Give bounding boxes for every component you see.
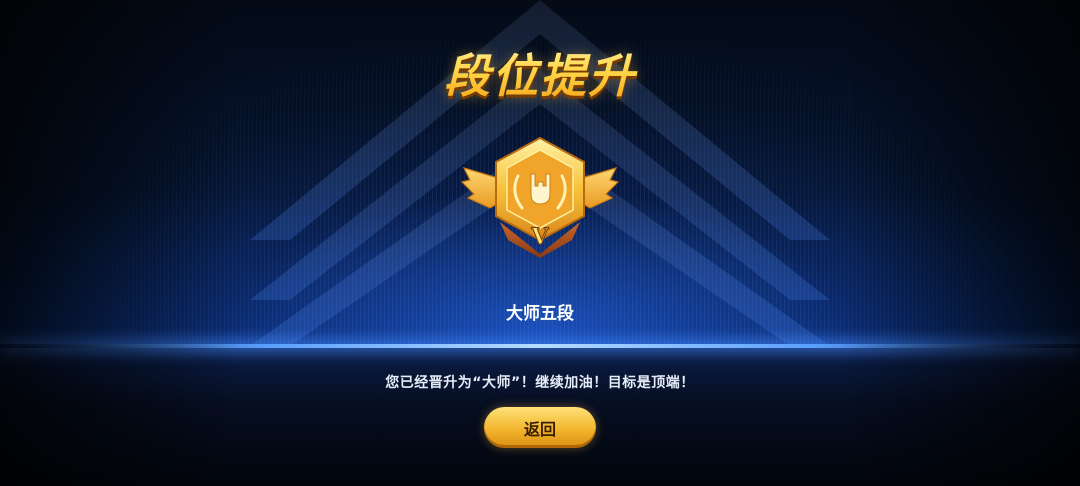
rank-badge-icon: V [460, 136, 620, 258]
right-wing [579, 167, 620, 209]
back-button[interactable]: 返回 [484, 407, 596, 448]
rank-up-screen: 段位提升 V 大师五段 您已经晋升为“大师”！继续加油！目标是顶端！ 返回 [0, 0, 1080, 486]
badge-numeral: V [530, 224, 549, 250]
rank-name: 大师五段 [506, 304, 574, 324]
left-wing [460, 167, 501, 209]
page-title: 段位提升 [0, 40, 1080, 106]
promotion-message: 您已经晋升为“大师”！继续加油！目标是顶端！ [385, 375, 695, 391]
